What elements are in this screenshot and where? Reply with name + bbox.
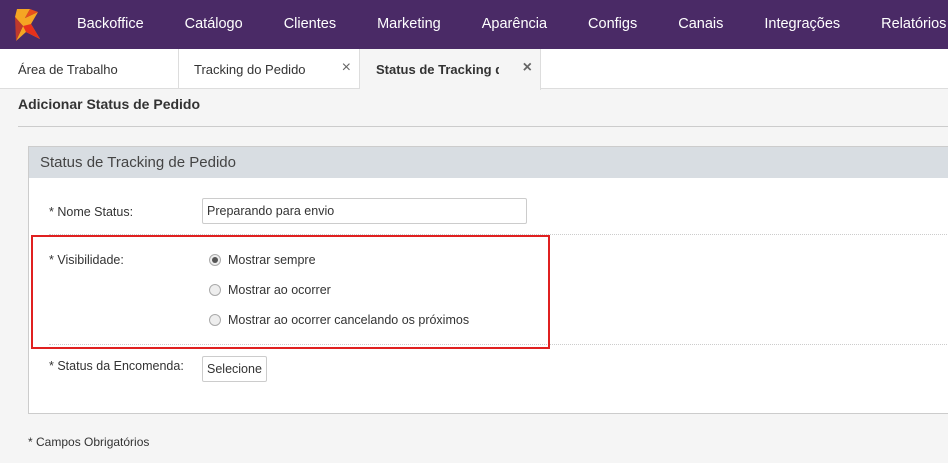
nav-item-aparencia[interactable]: Aparência (482, 0, 547, 49)
nav-item-clientes[interactable]: Clientes (284, 0, 336, 49)
tab-label: Status de Tracking do Pe (376, 62, 499, 77)
required-fields-note: * Campos Obrigatórios (28, 435, 150, 449)
panel-header: Status de Tracking de Pedido (29, 147, 948, 178)
page-title: Adicionar Status de Pedido (18, 96, 201, 112)
nome-status-label: * Nome Status: (49, 205, 134, 219)
selecione-button[interactable]: Selecione (202, 356, 267, 382)
tab-label: Tracking do Pedido (194, 61, 306, 77)
nav-item-canais[interactable]: Canais (678, 0, 723, 49)
nome-status-input[interactable] (202, 198, 527, 224)
nav-item-configs[interactable]: Configs (588, 0, 637, 49)
tab-bar: Área de Trabalho Tracking do Pedido × St… (0, 49, 948, 90)
nav-item-backoffice[interactable]: Backoffice (77, 0, 144, 49)
nav-item-catalogo[interactable]: Catálogo (185, 0, 243, 49)
divider (18, 126, 948, 127)
top-navbar: Backoffice Catálogo Clientes Marketing A… (0, 0, 948, 49)
status-encomenda-label: * Status da Encomenda: (49, 359, 184, 373)
tab-area-de-trabalho[interactable]: Área de Trabalho (0, 49, 179, 89)
main-menu: Backoffice Catálogo Clientes Marketing A… (56, 0, 946, 49)
tab-tracking-do-pedido[interactable]: Tracking do Pedido × (179, 49, 360, 89)
nav-item-relatorios[interactable]: Relatórios (881, 0, 946, 49)
x-logo-icon[interactable] (0, 0, 56, 49)
highlight-box (31, 235, 550, 349)
tab-status-de-tracking[interactable]: Status de Tracking do Pe × (360, 49, 541, 90)
tab-label: Área de Trabalho (18, 61, 118, 77)
nav-item-integracoes[interactable]: Integrações (764, 0, 840, 49)
nav-item-marketing[interactable]: Marketing (377, 0, 441, 49)
close-icon[interactable]: × (342, 59, 351, 77)
close-icon[interactable]: × (523, 59, 532, 77)
